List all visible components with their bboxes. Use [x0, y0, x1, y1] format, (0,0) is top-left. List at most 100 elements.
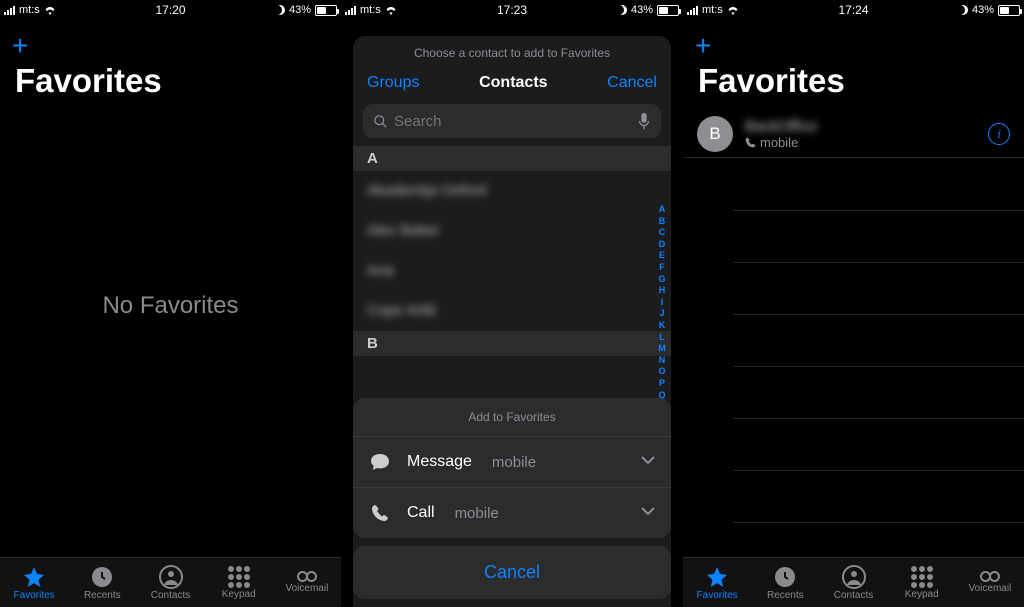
- favorite-row[interactable]: B BackOffice mobile i: [683, 110, 1024, 158]
- tab-label: Keypad: [222, 589, 256, 600]
- tab-label: Contacts: [834, 590, 873, 601]
- tab-bar: Favorites Recents Contacts Keypad Voicem…: [683, 557, 1024, 607]
- screen-favorites-with-item: mt:s 17:24 43% + Favorites B BackOffice …: [683, 0, 1024, 607]
- star-icon: [705, 565, 729, 589]
- person-icon: [842, 565, 866, 589]
- message-icon: [369, 453, 391, 471]
- search-icon: [373, 114, 388, 129]
- tab-label: Recents: [767, 590, 804, 601]
- carrier-label: mt:s: [360, 4, 381, 16]
- tab-favorites[interactable]: Favorites: [683, 558, 751, 607]
- add-button[interactable]: +: [12, 32, 28, 60]
- tab-voicemail[interactable]: Voicemail: [273, 558, 341, 607]
- battery-percent: 43%: [631, 4, 653, 16]
- star-icon: [22, 565, 46, 589]
- option-label: Call: [407, 504, 435, 522]
- tab-voicemail[interactable]: Voicemail: [956, 558, 1024, 607]
- contact-sublabel: mobile: [745, 135, 817, 150]
- action-sheet: Add to Favorites Message mobile Call mob…: [353, 398, 671, 599]
- status-bar: mt:s 17:20 43%: [0, 0, 341, 20]
- chevron-down-icon: [641, 504, 655, 522]
- battery-icon: [315, 5, 337, 16]
- cancel-button[interactable]: Cancel: [607, 74, 657, 92]
- tab-label: Recents: [84, 590, 121, 601]
- wifi-icon: [727, 6, 739, 15]
- status-bar: mt:s 17:24 43%: [683, 0, 1024, 20]
- modal-subtitle: Choose a contact to add to Favorites: [353, 36, 671, 66]
- moon-icon: [275, 5, 285, 15]
- signal-icon: [345, 5, 356, 15]
- search-input[interactable]: [394, 113, 631, 130]
- sheet-option-message[interactable]: Message mobile: [353, 437, 671, 488]
- moon-icon: [958, 5, 968, 15]
- keypad-icon: [228, 566, 250, 588]
- battery-percent: 43%: [972, 4, 994, 16]
- voicemail-icon: [297, 571, 317, 582]
- carrier-label: mt:s: [19, 4, 40, 16]
- separator: [733, 366, 1024, 367]
- sheet-option-call[interactable]: Call mobile: [353, 488, 671, 538]
- contact-row[interactable]: Cope Artik: [353, 291, 671, 331]
- screen-favorites-empty: mt:s 17:20 43% + Favorites No Favorites …: [0, 0, 341, 607]
- separator: [733, 262, 1024, 263]
- phone-icon: [369, 504, 391, 522]
- clock-icon: [773, 565, 797, 589]
- voicemail-icon: [980, 571, 1000, 582]
- option-label: Message: [407, 453, 472, 471]
- separator: [733, 210, 1024, 211]
- separator: [733, 418, 1024, 419]
- separator: [733, 522, 1024, 523]
- avatar: B: [697, 116, 733, 152]
- tab-recents[interactable]: Recents: [68, 558, 136, 607]
- sheet-cancel-button[interactable]: Cancel: [353, 546, 671, 599]
- modal-title: Contacts: [479, 74, 547, 92]
- info-button[interactable]: i: [988, 123, 1010, 145]
- clock: 17:24: [838, 0, 868, 20]
- option-sublabel: mobile: [492, 454, 536, 471]
- search-field[interactable]: [363, 104, 661, 138]
- signal-icon: [4, 5, 15, 15]
- screen-contact-picker: mt:s 17:23 43% Choose a contact to add t…: [341, 0, 683, 607]
- wifi-icon: [44, 6, 56, 15]
- clock: 17:23: [497, 0, 527, 20]
- empty-state: No Favorites: [0, 292, 341, 320]
- separator: [733, 470, 1024, 471]
- battery-percent: 43%: [289, 4, 311, 16]
- moon-icon: [617, 5, 627, 15]
- page-title: Favorites: [15, 62, 162, 100]
- contact-row[interactable]: Akademija Oxford: [353, 171, 671, 211]
- carrier-label: mt:s: [702, 4, 723, 16]
- contact-row[interactable]: Alex Baker: [353, 211, 671, 251]
- page-title: Favorites: [698, 62, 845, 100]
- tab-keypad[interactable]: Keypad: [888, 558, 956, 607]
- tab-label: Voicemail: [286, 583, 329, 594]
- tab-contacts[interactable]: Contacts: [136, 558, 204, 607]
- option-sublabel: mobile: [455, 505, 499, 522]
- tab-favorites[interactable]: Favorites: [0, 558, 68, 607]
- tab-contacts[interactable]: Contacts: [819, 558, 887, 607]
- add-button[interactable]: +: [695, 32, 711, 60]
- separator: [733, 314, 1024, 315]
- wifi-icon: [385, 6, 397, 15]
- tab-bar: Favorites Recents Contacts Keypad Voicem…: [0, 557, 341, 607]
- groups-button[interactable]: Groups: [367, 74, 419, 92]
- contact-row[interactable]: Ana: [353, 251, 671, 291]
- chevron-down-icon: [641, 453, 655, 471]
- battery-icon: [657, 5, 679, 16]
- battery-icon: [998, 5, 1020, 16]
- section-header-a: A: [353, 146, 671, 171]
- sheet-title: Add to Favorites: [353, 398, 671, 437]
- tab-label: Contacts: [151, 590, 190, 601]
- mic-icon[interactable]: [637, 112, 651, 130]
- tab-keypad[interactable]: Keypad: [205, 558, 273, 607]
- contact-name: BackOffice: [745, 118, 817, 135]
- phone-icon: [745, 137, 756, 148]
- clock-icon: [90, 565, 114, 589]
- person-icon: [159, 565, 183, 589]
- section-header-b: B: [353, 331, 671, 356]
- tab-label: Voicemail: [969, 583, 1012, 594]
- tab-label: Favorites: [14, 590, 55, 601]
- tab-label: Keypad: [905, 589, 939, 600]
- tab-recents[interactable]: Recents: [751, 558, 819, 607]
- clock: 17:20: [155, 0, 185, 20]
